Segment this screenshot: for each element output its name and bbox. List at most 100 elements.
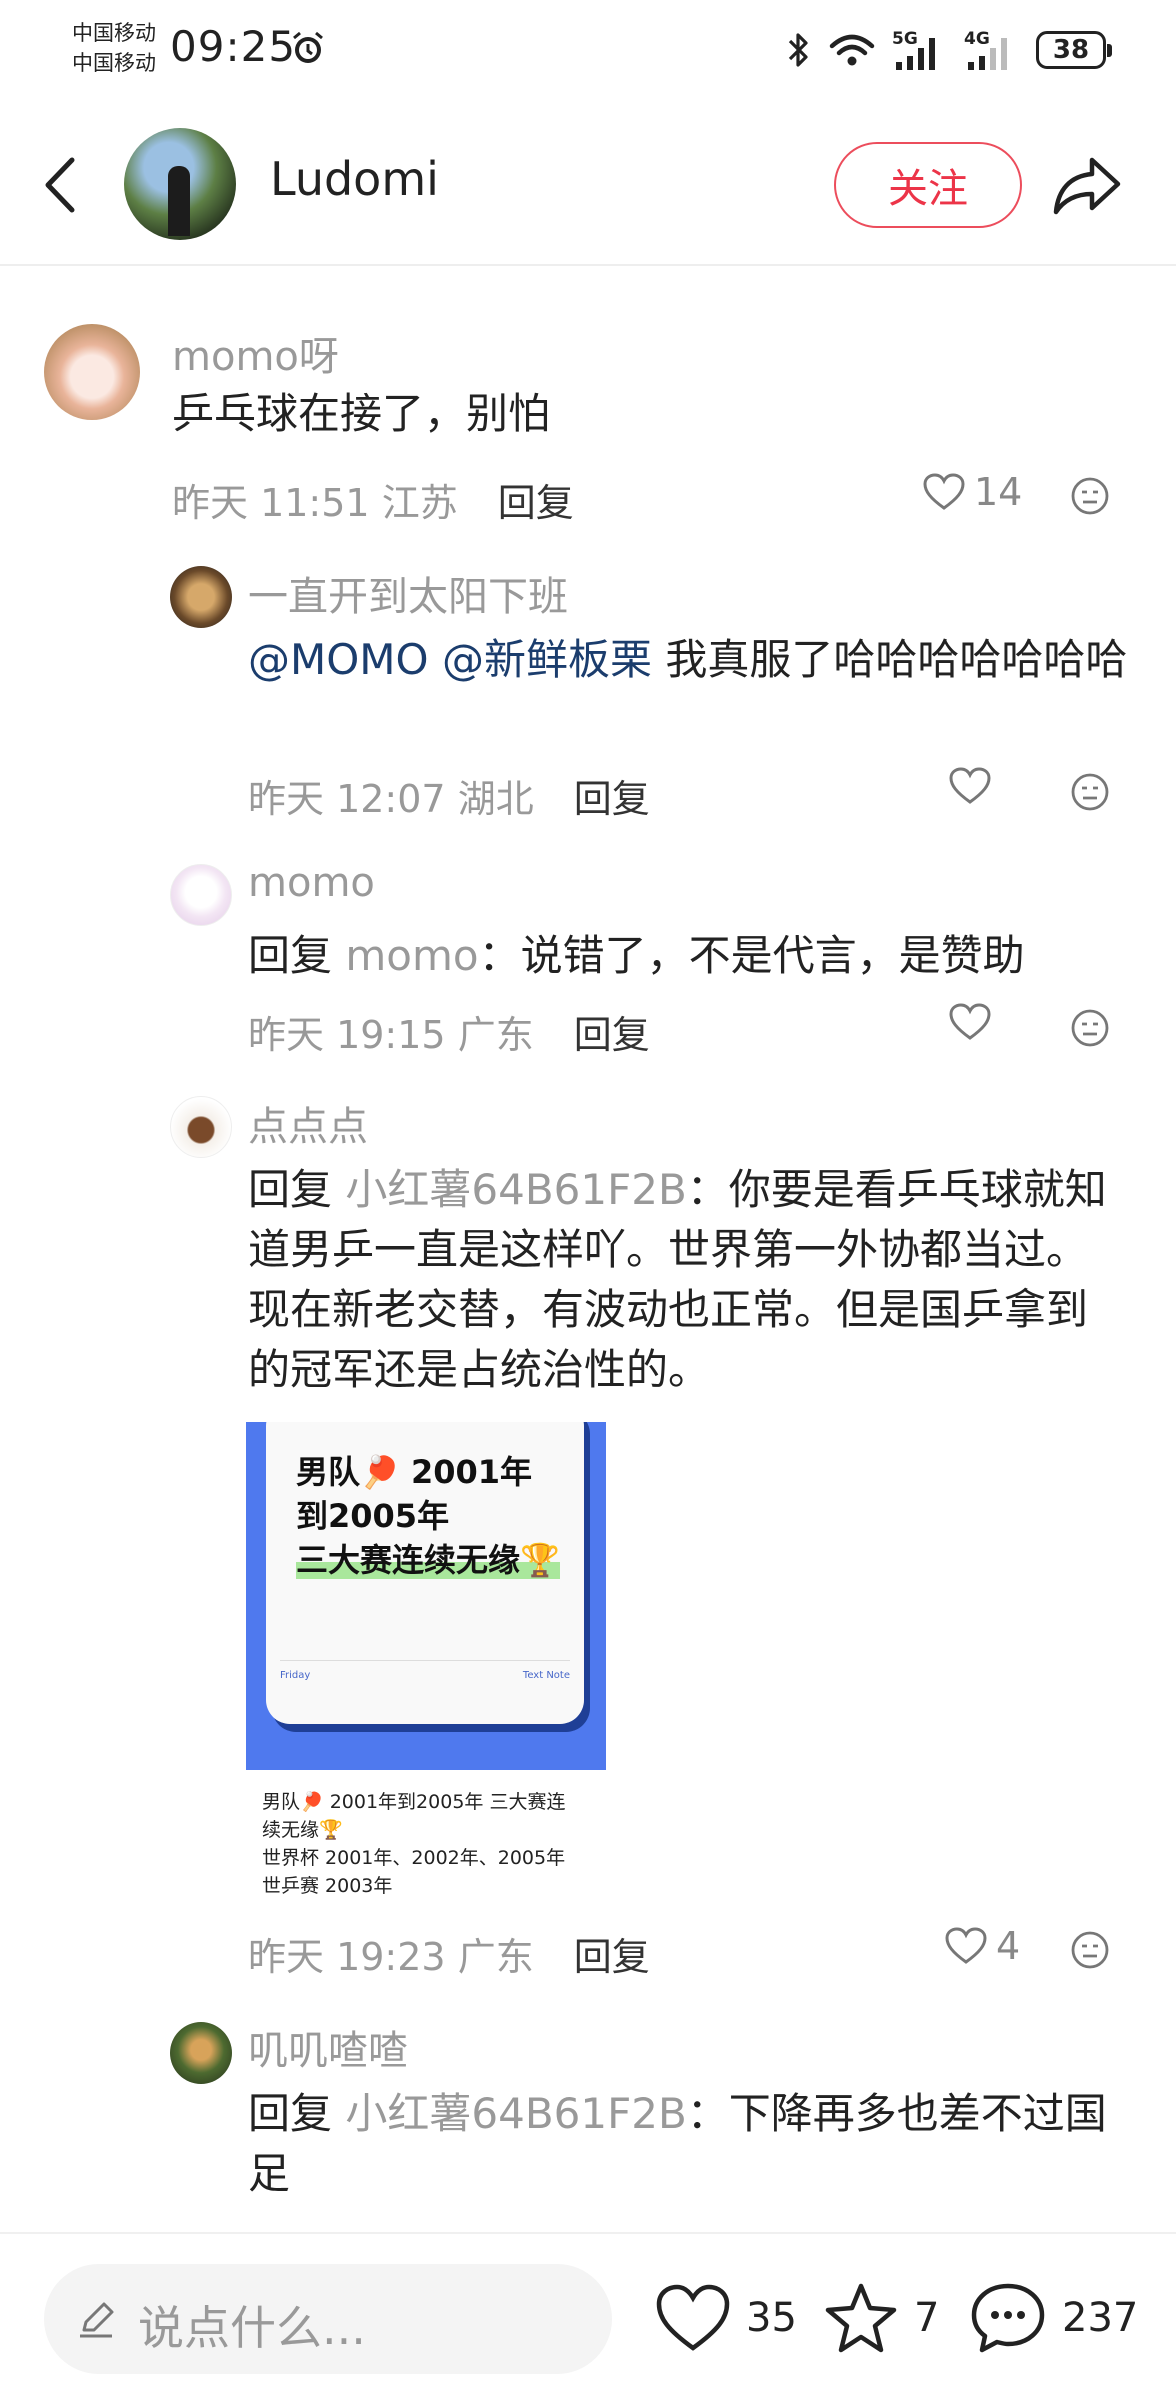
author-avatar[interactable] bbox=[124, 128, 236, 240]
reply-to-user[interactable]: momo bbox=[345, 931, 478, 980]
like-button[interactable]: 4 bbox=[944, 1924, 1020, 1968]
reply-prefix: 回复 bbox=[248, 931, 333, 980]
reply-button[interactable]: 回复 bbox=[574, 777, 650, 821]
note-footer: Friday Text Note bbox=[280, 1670, 570, 1681]
comment-image[interactable]: 男队🏓 2001年 到2005年 三大赛连续无缘🏆 Friday Text No… bbox=[246, 1422, 606, 1770]
reply-to-user[interactable]: 小红薯64B61F2B bbox=[345, 1165, 686, 1214]
avatar[interactable] bbox=[170, 864, 232, 926]
like-action[interactable]: 35 bbox=[654, 2278, 797, 2358]
mention-link[interactable]: @MOMO bbox=[248, 635, 429, 684]
avatar[interactable] bbox=[44, 324, 140, 420]
comment-meta: 昨天 19:15 广东 回复 bbox=[248, 1004, 650, 1059]
clock: 09:25 bbox=[170, 22, 297, 71]
reaction-icon[interactable] bbox=[1070, 1008, 1110, 1048]
collect-count: 7 bbox=[914, 2295, 940, 2341]
reply-prefix: 回复 bbox=[248, 2089, 333, 2138]
comment-meta: 昨天 19:23 广东 回复 bbox=[248, 1926, 650, 1981]
comment-time: 昨天 19:23 bbox=[248, 1935, 446, 1979]
reply-button[interactable]: 回复 bbox=[498, 481, 574, 525]
wifi-icon bbox=[829, 34, 875, 66]
top-nav: Ludomi 关注 bbox=[0, 110, 1176, 266]
like-button[interactable] bbox=[948, 1002, 992, 1042]
bluetooth-icon bbox=[788, 33, 808, 67]
like-count: 4 bbox=[996, 1924, 1021, 1968]
carrier-2: 中国移动 bbox=[72, 51, 156, 75]
collect-action[interactable]: 7 bbox=[822, 2278, 939, 2358]
caption-line: 世界杯 2001年、2002年、2005年 bbox=[262, 1847, 566, 1869]
like-button[interactable]: 14 bbox=[922, 470, 1022, 514]
comment-bubble-icon bbox=[971, 2283, 1045, 2353]
reply-button[interactable]: 回复 bbox=[574, 1935, 650, 1979]
comment-text: 回复 momo：说错了，不是代言，是赞助 bbox=[248, 926, 1128, 986]
comment-location: 广东 bbox=[457, 1013, 534, 1057]
comment-username[interactable]: momo bbox=[248, 860, 375, 906]
comment-text: 回复 小红薯64B61F2B：下降再多也差不过国足 bbox=[248, 2084, 1128, 2204]
note-line: 到2005年 bbox=[296, 1497, 450, 1535]
avatar[interactable] bbox=[170, 566, 232, 628]
reaction-icon[interactable] bbox=[1070, 1930, 1110, 1970]
comment-text: 回复 小红薯64B61F2B：你要是看乒乓球就知道男乒一直是这样吖。世界第一外协… bbox=[248, 1160, 1128, 1400]
star-icon bbox=[825, 2283, 897, 2353]
comment-location: 江苏 bbox=[381, 481, 458, 525]
signal-5g-icon: 5G bbox=[892, 29, 935, 70]
reaction-icon[interactable] bbox=[1070, 476, 1110, 516]
note-text: 男队🏓 2001年 到2005年 三大赛连续无缘🏆 bbox=[296, 1450, 566, 1582]
signal-4g-icon: 4G bbox=[964, 29, 1007, 70]
alarm-icon bbox=[293, 31, 323, 63]
caption-line: 续无缘🏆 bbox=[262, 1819, 343, 1841]
comment-input[interactable]: 说点什么... bbox=[44, 2264, 612, 2374]
like-count: 35 bbox=[746, 2295, 797, 2341]
comment-username[interactable]: momo呀 bbox=[172, 324, 339, 382]
comments-list: momo呀 乒乓球在接了，别怕 昨天 11:51 江苏 回复 14 一直开到太阳… bbox=[0, 268, 1176, 2232]
heart-icon bbox=[949, 1003, 991, 1040]
avatar[interactable] bbox=[170, 2022, 232, 2084]
comment-username[interactable]: 点点点 bbox=[248, 1094, 368, 1152]
author-name[interactable]: Ludomi bbox=[270, 152, 439, 206]
comment-time: 昨天 11:51 bbox=[172, 481, 370, 525]
carrier-labels: 中国移动 中国移动 bbox=[72, 18, 156, 78]
heart-icon bbox=[945, 1927, 987, 1964]
share-icon[interactable] bbox=[1052, 150, 1124, 220]
caption-line: 男队🏓 2001年到2005年 三大赛连 bbox=[262, 1791, 566, 1813]
signal-5g-label: 5G bbox=[892, 29, 918, 49]
battery-icon: 38 bbox=[1036, 31, 1112, 69]
like-button[interactable] bbox=[948, 766, 992, 806]
heart-icon bbox=[656, 2284, 730, 2351]
avatar[interactable] bbox=[170, 1096, 232, 1158]
comment-meta: 昨天 12:07 湖北 回复 bbox=[248, 768, 650, 823]
back-icon[interactable] bbox=[38, 150, 84, 220]
comment-username[interactable]: 叽叽喳喳 bbox=[248, 2018, 408, 2076]
reply-button[interactable]: 回复 bbox=[574, 1013, 650, 1057]
heart-icon bbox=[923, 473, 965, 510]
carrier-1: 中国移动 bbox=[72, 21, 156, 45]
note-line: 三大赛连续无缘🏆 bbox=[296, 1538, 566, 1582]
note-day: Friday bbox=[280, 1670, 311, 1681]
note-highlight: 三大赛连续无缘🏆 bbox=[296, 1541, 560, 1579]
follow-button[interactable]: 关注 bbox=[834, 142, 1022, 228]
comment-count: 237 bbox=[1062, 2295, 1139, 2341]
comment-username[interactable]: 一直开到太阳下班 bbox=[248, 564, 568, 622]
comment-text: 乒乓球在接了，别怕 bbox=[172, 389, 551, 438]
comment-location: 湖北 bbox=[457, 777, 534, 821]
heart-icon bbox=[949, 767, 991, 804]
comment-body: 我真服了哈哈哈哈哈哈哈 bbox=[665, 635, 1128, 684]
comment-meta: 昨天 11:51 江苏 回复 bbox=[172, 472, 574, 527]
comment-input-placeholder: 说点什么... bbox=[138, 2301, 366, 2355]
pencil-icon bbox=[80, 2302, 114, 2338]
comment-action[interactable]: 237 bbox=[968, 2278, 1138, 2358]
comment-body: ：说错了，不是代言，是赞助 bbox=[478, 931, 1025, 980]
signal-4g-label: 4G bbox=[964, 29, 990, 49]
comment-time: 昨天 12:07 bbox=[248, 777, 446, 821]
bottom-bar: 说点什么... 35 7 237 bbox=[0, 2232, 1176, 2400]
status-icons: 5G 4G 38 bbox=[786, 28, 1112, 72]
reply-prefix: 回复 bbox=[248, 1165, 333, 1214]
caption-line: 世乒赛 2003年 bbox=[262, 1875, 393, 1897]
mention-link[interactable]: @新鲜板栗 bbox=[442, 635, 652, 684]
like-count: 14 bbox=[974, 470, 1023, 514]
reply-to-user[interactable]: 小红薯64B61F2B bbox=[345, 2089, 686, 2138]
reaction-icon[interactable] bbox=[1070, 772, 1110, 812]
note-app: Text Note bbox=[522, 1670, 570, 1681]
note-card: 男队🏓 2001年 到2005年 三大赛连续无缘🏆 Friday Text No… bbox=[266, 1422, 584, 1724]
note-divider bbox=[280, 1660, 570, 1661]
status-bar: 中国移动 中国移动 09:25 5G 4G 38 bbox=[0, 0, 1176, 100]
